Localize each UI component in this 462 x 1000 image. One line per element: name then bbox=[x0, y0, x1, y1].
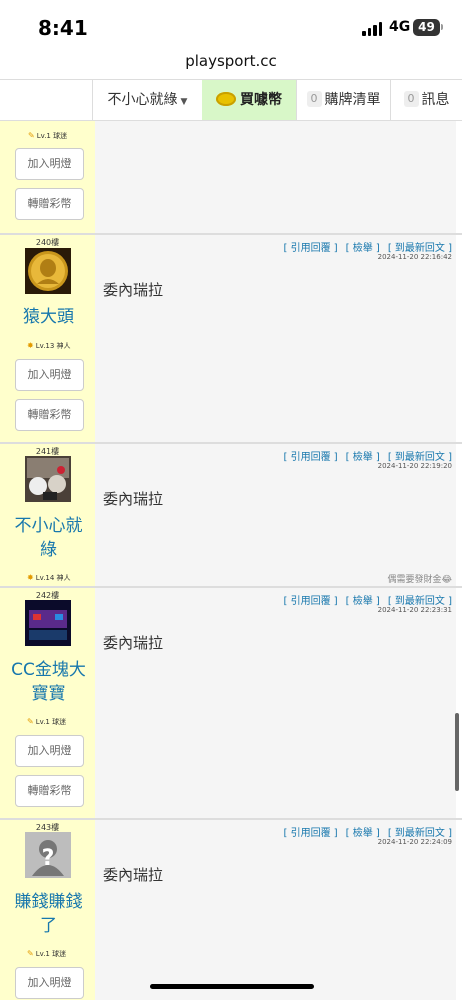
post-previous: ✎ Lv.1 球迷 加入明燈 轉贈彩幣 bbox=[0, 121, 462, 233]
report-link[interactable]: [ 檢舉 ] bbox=[346, 243, 380, 254]
pencil-icon: ✎ bbox=[27, 717, 34, 726]
post-actions: [ 引用回覆 ][ 檢舉 ][ 到最新回文 ] bbox=[275, 239, 452, 254]
post-body: [ 引用回覆 ][ 檢舉 ][ 到最新回文 ] 2024-11-20 22:23… bbox=[95, 588, 456, 818]
post-timestamp: 2024-11-20 22:23:31 bbox=[377, 606, 452, 614]
user-level: ✎ Lv.1 球迷 bbox=[28, 131, 68, 140]
post-content: 委內瑞拉 bbox=[103, 866, 164, 884]
post-actions: [ 引用回覆 ][ 檢舉 ][ 到最新回文 ] bbox=[275, 448, 452, 463]
post-actions: [ 引用回覆 ][ 檢舉 ][ 到最新回文 ] bbox=[275, 824, 452, 839]
add-light-button[interactable]: 加入明燈 bbox=[15, 735, 84, 767]
coin-icon bbox=[216, 92, 236, 106]
post-timestamp: 2024-11-20 22:16:42 bbox=[377, 253, 452, 261]
report-link[interactable]: [ 檢舉 ] bbox=[346, 828, 380, 839]
report-link[interactable]: [ 檢舉 ] bbox=[346, 596, 380, 607]
author-sidebar: ✎ Lv.1 球迷 加入明燈 轉贈彩幣 bbox=[0, 121, 95, 233]
purchase-list-label: 購牌清單 bbox=[324, 92, 381, 108]
default-avatar-icon[interactable]: ? bbox=[25, 832, 71, 878]
quote-reply-link[interactable]: [ 引用回覆 ] bbox=[283, 596, 337, 607]
quote-reply-link[interactable]: [ 引用回覆 ] bbox=[283, 243, 337, 254]
post-content: 委內瑞拉 bbox=[103, 490, 164, 508]
post-actions: [ 引用回覆 ][ 檢舉 ][ 到最新回文 ] bbox=[275, 592, 452, 607]
user-level: ✎ Lv.1 球迷 bbox=[27, 717, 67, 726]
star-icon: ✸ bbox=[27, 573, 34, 582]
post-243: 243樓 ? 賺錢賺錢了 ✎ Lv.1 球迷 加入明燈 [ 引用回覆 ] [ 檢舉 … bbox=[0, 818, 462, 1000]
pencil-icon: ✎ bbox=[27, 949, 34, 958]
home-indicator[interactable] bbox=[150, 984, 314, 989]
post-timestamp: 2024-11-20 22:19:20 bbox=[377, 462, 452, 470]
user-level: ✎ Lv.1 球迷 bbox=[27, 949, 67, 958]
post-content: 委內瑞拉 bbox=[103, 634, 164, 652]
post-240: 240樓 猿大頭 ✸ Lv.13 神人 加入明燈 轉贈彩幣 [ 引用回覆 ] [ 檢… bbox=[0, 233, 462, 442]
report-link[interactable]: [ 檢舉 ] bbox=[346, 452, 380, 463]
add-light-button[interactable]: 加入明燈 bbox=[15, 148, 84, 180]
post-241: 241樓 不小心就綠 ✸ Lv.14 神人 [ 引用回覆 ][ 檢舉 ][ 到最新… bbox=[0, 442, 462, 586]
floor-number: 240樓 bbox=[35, 238, 60, 247]
network-label: 4G bbox=[389, 19, 411, 35]
user-level: ✸ Lv.14 神人 bbox=[27, 573, 71, 582]
author-sidebar: 242樓 CC金塊大 寶寶 ✎ Lv.1 球迷 加入明燈 轉贈彩幣 bbox=[0, 588, 95, 818]
gift-coins-button[interactable]: 轉贈彩幣 bbox=[15, 188, 84, 220]
post-timestamp: 2024-11-20 22:24:09 bbox=[377, 838, 452, 846]
post-body: [ 引用回覆 ][ 檢舉 ][ 到最新回文 ] 2024-11-20 22:16… bbox=[95, 235, 456, 442]
add-light-button[interactable]: 加入明燈 bbox=[15, 359, 84, 391]
username-link[interactable]: 不小心就綠 bbox=[6, 514, 91, 562]
gift-coins-button[interactable]: 轉贈彩幣 bbox=[15, 399, 84, 431]
purchase-list-button[interactable]: 0 購牌清單 bbox=[296, 80, 390, 120]
buy-coins-button[interactable]: 買噱幣 bbox=[202, 80, 296, 120]
url-bar[interactable]: playsport.cc bbox=[0, 52, 462, 70]
top-nav: 不小心就綠 ▼ 買噱幣 0 購牌清單 0 訊息 bbox=[0, 79, 462, 121]
post-body bbox=[95, 121, 456, 233]
avatar[interactable] bbox=[25, 248, 71, 294]
buy-coins-label: 買噱幣 bbox=[240, 92, 282, 108]
msg-count-badge: 0 bbox=[403, 91, 419, 107]
user-menu[interactable]: 不小心就綠 ▼ bbox=[92, 80, 202, 120]
post-body: [ 引用回覆 ][ 檢舉 ][ 到最新回文 ] 2024-11-20 22:24… bbox=[95, 820, 456, 1000]
author-sidebar: 241樓 不小心就綠 ✸ Lv.14 神人 bbox=[0, 444, 95, 586]
quote-reply-link[interactable]: [ 引用回覆 ] bbox=[283, 828, 337, 839]
author-sidebar: 240樓 猿大頭 ✸ Lv.13 神人 加入明燈 轉贈彩幣 bbox=[0, 235, 95, 442]
user-signature: 偶需要發財金😂 bbox=[387, 575, 452, 585]
gift-coins-button[interactable]: 轉贈彩幣 bbox=[15, 775, 84, 807]
cart-count-badge: 0 bbox=[306, 91, 322, 107]
caret-down-icon: ▼ bbox=[180, 97, 188, 107]
status-time: 8:41 bbox=[38, 16, 88, 40]
post-content: 委內瑞拉 bbox=[103, 281, 164, 299]
avatar[interactable] bbox=[25, 456, 71, 502]
messages-label: 訊息 bbox=[421, 92, 450, 108]
username-link[interactable]: 賺錢賺錢了 bbox=[6, 890, 91, 938]
battery-icon: 49 bbox=[413, 19, 440, 36]
post-242: 242樓 CC金塊大 寶寶 ✎ Lv.1 球迷 加入明燈 轉贈彩幣 [ 引用回覆 ]… bbox=[0, 586, 462, 818]
svg-text:?: ? bbox=[42, 846, 55, 871]
avatar[interactable] bbox=[25, 600, 71, 646]
battery-tip bbox=[441, 24, 443, 30]
scrollbar[interactable] bbox=[455, 713, 459, 791]
messages-button[interactable]: 0 訊息 bbox=[390, 80, 462, 120]
pencil-icon: ✎ bbox=[28, 131, 35, 140]
post-body: [ 引用回覆 ][ 檢舉 ][ 到最新回文 ] 2024-11-20 22:19… bbox=[95, 444, 456, 586]
signal-icon bbox=[362, 22, 382, 36]
user-level: ✸ Lv.13 神人 bbox=[27, 341, 71, 350]
user-menu-label: 不小心就綠 bbox=[107, 92, 178, 108]
status-bar: 8:41 4G 49 bbox=[0, 0, 462, 48]
username-link[interactable]: 猿大頭 bbox=[6, 305, 91, 329]
quote-reply-link[interactable]: [ 引用回覆 ] bbox=[283, 452, 337, 463]
username-link[interactable]: CC金塊大 寶寶 bbox=[6, 658, 91, 706]
add-light-button[interactable]: 加入明燈 bbox=[15, 967, 84, 999]
author-sidebar: 243樓 ? 賺錢賺錢了 ✎ Lv.1 球迷 加入明燈 bbox=[0, 820, 95, 1000]
star-icon: ✸ bbox=[27, 341, 34, 350]
